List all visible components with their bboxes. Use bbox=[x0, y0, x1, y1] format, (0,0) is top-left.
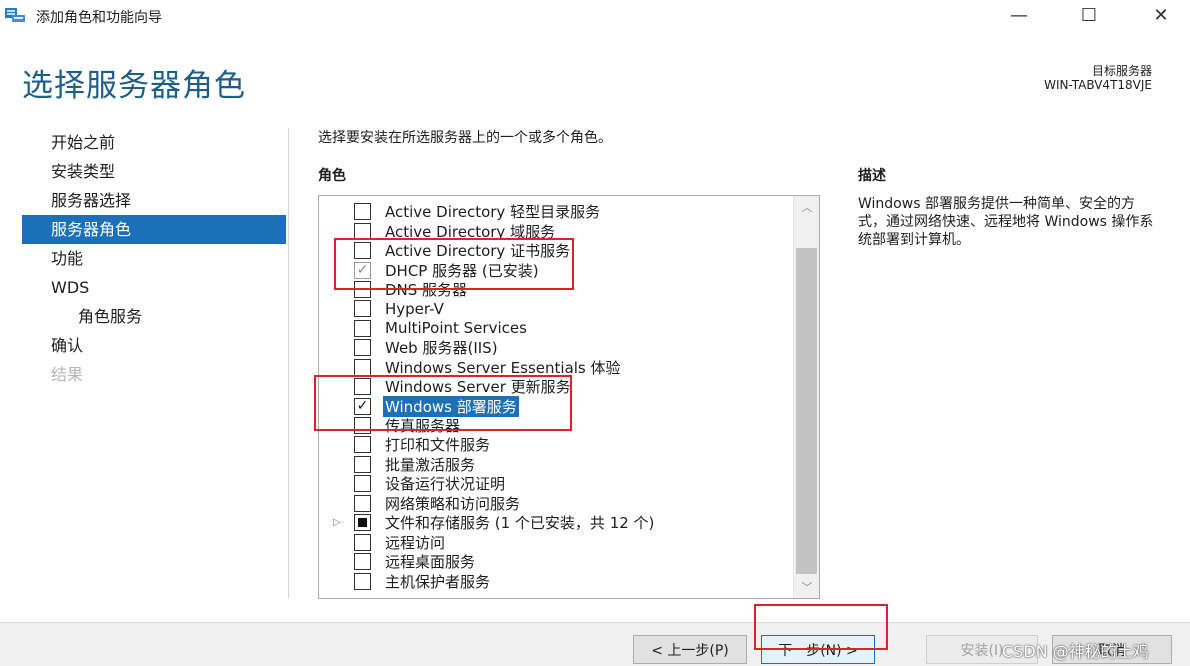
instruction-text: 选择要安装在所选服务器上的一个或多个角色。 bbox=[318, 130, 612, 146]
role-checkbox[interactable] bbox=[354, 358, 371, 376]
nav-item-5[interactable]: WDS bbox=[22, 273, 286, 302]
nav-item-8: 结果 bbox=[51, 365, 84, 384]
title-bar: 添加角色和功能向导 — ☐ ✕ bbox=[0, 0, 1190, 32]
role-label[interactable]: MultiPoint Services bbox=[385, 319, 527, 337]
maximize-button[interactable]: ☐ bbox=[1066, 0, 1112, 30]
role-label[interactable]: 远程桌面服务 bbox=[385, 551, 475, 572]
close-button[interactable]: ✕ bbox=[1138, 0, 1184, 30]
description-text: Windows 部署服务提供一种简单、安全的方式，通过网络快速、远程地将 Win… bbox=[858, 196, 1154, 248]
scroll-up-icon[interactable]: ︿ bbox=[794, 196, 819, 218]
role-checkbox[interactable] bbox=[354, 319, 371, 337]
role-row[interactable]: 主机保护者服务 bbox=[319, 571, 793, 592]
nav-item-3[interactable]: 服务器角色 bbox=[22, 215, 286, 244]
nav-item-4[interactable]: 功能 bbox=[22, 244, 286, 273]
role-checkbox[interactable] bbox=[354, 553, 371, 571]
role-checkbox[interactable] bbox=[354, 475, 371, 493]
role-checkbox[interactable] bbox=[354, 455, 371, 473]
window-title: 添加角色和功能向导 bbox=[36, 10, 162, 26]
role-row[interactable]: MultiPoint Services bbox=[319, 319, 793, 338]
role-label[interactable]: 主机保护者服务 bbox=[385, 571, 490, 592]
nav-item-2[interactable]: 服务器选择 bbox=[22, 186, 286, 215]
role-checkbox[interactable] bbox=[354, 300, 371, 318]
expand-icon[interactable]: ▷ bbox=[333, 517, 343, 528]
annotation-box-dhcp bbox=[334, 238, 574, 290]
role-checkbox[interactable] bbox=[354, 514, 371, 532]
role-checkbox[interactable] bbox=[354, 572, 371, 590]
role-row[interactable]: 打印和文件服务 bbox=[319, 435, 793, 454]
role-row[interactable]: 远程访问 bbox=[319, 532, 793, 553]
annotation-box-wds bbox=[314, 375, 572, 431]
role-label[interactable]: Hyper-V bbox=[385, 300, 444, 318]
role-label[interactable]: Web 服务器(IIS) bbox=[385, 337, 498, 358]
roles-heading: 角色 bbox=[318, 168, 346, 184]
role-row[interactable]: Active Directory 轻型目录服务 bbox=[319, 202, 793, 221]
nav-item-6[interactable]: 角色服务 bbox=[22, 302, 286, 331]
nav-item-1[interactable]: 安装类型 bbox=[22, 157, 286, 186]
role-row[interactable]: 远程桌面服务 bbox=[319, 552, 793, 571]
wizard-steps-nav: 开始之前 安装类型 服务器选择 服务器角色 功能 WDS 角色服务 确认结果 bbox=[22, 128, 286, 389]
role-row[interactable]: 批量激活服务 bbox=[319, 455, 793, 474]
role-row[interactable]: Hyper-V bbox=[319, 299, 793, 318]
nav-item-7[interactable]: 确认 bbox=[22, 331, 286, 360]
annotation-box-next bbox=[754, 604, 888, 650]
wizard-window: 添加角色和功能向导 — ☐ ✕ 选择服务器角色 目标服务器 WIN-TABV4T… bbox=[0, 0, 1190, 666]
scroll-thumb[interactable] bbox=[796, 248, 817, 574]
description-heading: 描述 bbox=[858, 168, 886, 184]
scroll-down-icon[interactable]: ﹀ bbox=[794, 576, 819, 598]
role-label[interactable]: 打印和文件服务 bbox=[385, 434, 490, 455]
role-checkbox[interactable] bbox=[354, 339, 371, 357]
minimize-button[interactable]: — bbox=[996, 0, 1042, 30]
watermark: CSDN @神秘的土鸡 bbox=[1002, 642, 1149, 661]
role-label[interactable]: 网络策略和访问服务 bbox=[385, 493, 520, 514]
role-row[interactable]: ▷ 文件和存储服务 (1 个已安装，共 12 个) bbox=[319, 513, 793, 532]
server-manager-icon bbox=[5, 8, 25, 22]
role-label[interactable]: 远程访问 bbox=[385, 532, 445, 553]
role-checkbox[interactable] bbox=[354, 203, 371, 221]
role-label[interactable]: 设备运行状况证明 bbox=[385, 473, 505, 494]
role-checkbox[interactable] bbox=[354, 533, 371, 551]
role-checkbox[interactable] bbox=[354, 436, 371, 454]
role-row[interactable]: 网络策略和访问服务 bbox=[319, 494, 793, 513]
target-server-label: 目标服务器 bbox=[1091, 64, 1152, 78]
roles-scrollbar[interactable]: ︿ ﹀ bbox=[793, 196, 819, 598]
nav-item-0[interactable]: 开始之前 bbox=[22, 128, 286, 157]
target-server-name: WIN-TABV4T18VJE bbox=[1044, 78, 1152, 92]
page-title: 选择服务器角色 bbox=[22, 68, 246, 104]
role-label[interactable]: 文件和存储服务 (1 个已安装，共 12 个) bbox=[385, 512, 654, 533]
role-checkbox[interactable] bbox=[354, 494, 371, 512]
role-label[interactable]: 批量激活服务 bbox=[385, 454, 475, 475]
role-label[interactable]: Active Directory 轻型目录服务 bbox=[385, 201, 600, 222]
role-row[interactable]: 设备运行状况证明 bbox=[319, 474, 793, 493]
nav-divider bbox=[288, 128, 289, 598]
role-row[interactable]: Web 服务器(IIS) bbox=[319, 338, 793, 357]
previous-button[interactable]: < 上一步(P) bbox=[633, 635, 747, 664]
